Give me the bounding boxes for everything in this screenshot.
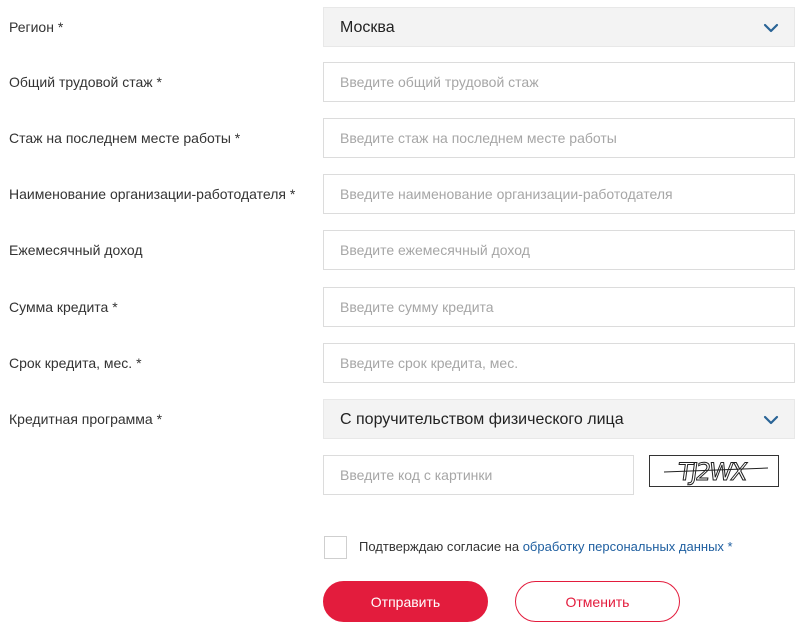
loan-term-input[interactable] <box>323 343 795 383</box>
last-job-experience-row: Стаж на последнем месте работы * <box>0 118 800 158</box>
consent-checkbox[interactable] <box>324 536 347 559</box>
monthly-income-label: Ежемесячный доход <box>9 242 143 258</box>
chevron-down-icon <box>763 415 779 425</box>
submit-button[interactable]: Отправить <box>323 581 488 622</box>
captcha-text: TJ2WX <box>675 458 749 486</box>
monthly-income-input[interactable] <box>323 230 795 270</box>
consent-text: Подтверждаю согласие на обработку персон… <box>359 537 733 557</box>
loan-term-label: Срок кредита, мес. * <box>9 355 142 371</box>
captcha-image: TJ2WX <box>649 455 779 487</box>
credit-program-label: Кредитная программа * <box>9 411 163 427</box>
last-job-experience-input[interactable] <box>323 118 795 158</box>
region-select[interactable]: Москва <box>323 7 795 47</box>
total-experience-row: Общий трудовой стаж * <box>0 62 800 102</box>
captcha-glyphs: TJ2WX <box>663 458 769 486</box>
region-select-value: Москва <box>340 19 395 36</box>
loan-term-row: Срок кредита, мес. * <box>0 343 800 383</box>
credit-program-select-value: С поручительством физического лица <box>340 411 624 428</box>
consent-text-prefix: Подтверждаю согласие на <box>359 539 523 554</box>
employer-name-row: Наименование организации-работодателя * <box>0 174 800 214</box>
employer-name-label: Наименование организации-работодателя * <box>9 186 296 202</box>
total-experience-input[interactable] <box>323 62 795 102</box>
total-experience-label: Общий трудовой стаж * <box>9 74 163 90</box>
employer-name-input[interactable] <box>323 174 795 214</box>
region-label: Регион * <box>9 19 64 35</box>
loan-amount-row: Сумма кредита * <box>0 287 800 327</box>
monthly-income-row: Ежемесячный доход <box>0 230 800 270</box>
loan-amount-label: Сумма кредита * <box>9 299 118 315</box>
chevron-down-icon <box>763 23 779 33</box>
last-job-experience-label: Стаж на последнем месте работы * <box>9 130 241 146</box>
loan-amount-input[interactable] <box>323 287 795 327</box>
credit-program-select[interactable]: С поручительством физического лица <box>323 399 795 439</box>
cancel-button[interactable]: Отменить <box>515 581 680 622</box>
personal-data-link[interactable]: обработку персональных данных <box>523 539 724 554</box>
credit-program-row: Кредитная программа * С поручительством … <box>0 399 800 439</box>
captcha-input[interactable] <box>323 455 634 495</box>
consent-required-mark: * <box>723 539 733 554</box>
region-row: Регион * Москва <box>0 7 800 47</box>
